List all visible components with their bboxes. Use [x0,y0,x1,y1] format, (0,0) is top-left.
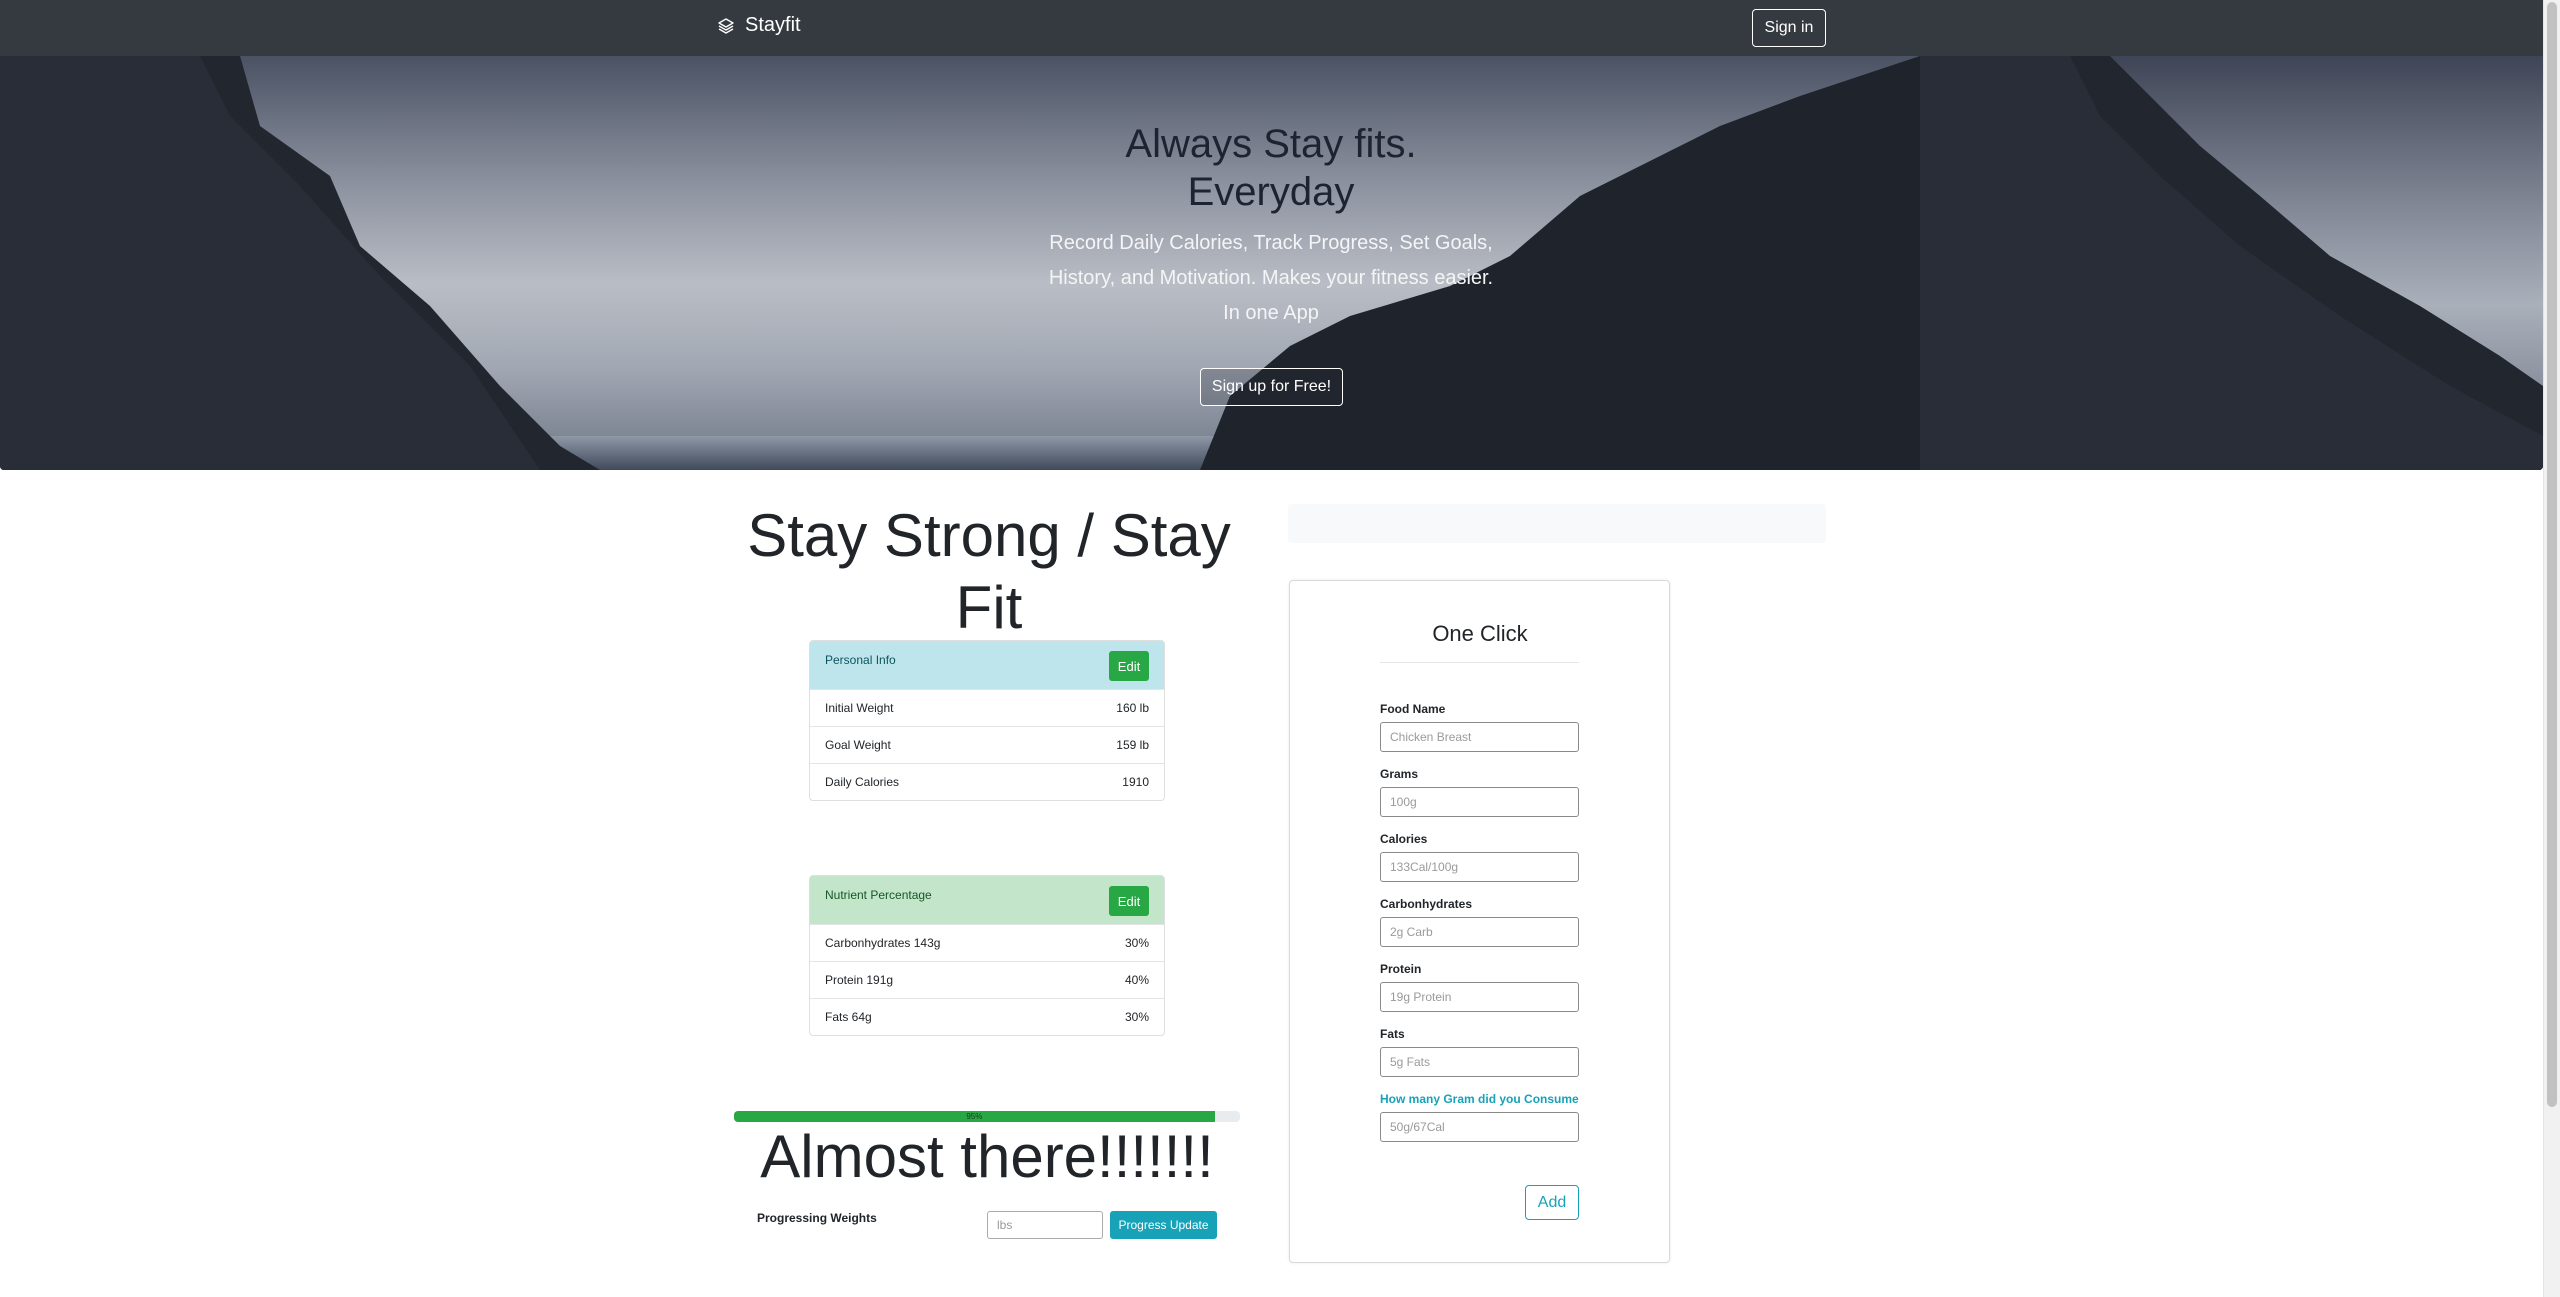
hero-lead-line2: History, and Motivation. Makes your fitn… [1048,267,1494,289]
row-label: Initial Weight [825,701,894,715]
food-name-field: Food Name Chicken Breast [1380,702,1580,752]
row-value: 160 lb [1116,701,1149,715]
row-value: 1910 [1122,775,1149,789]
row-value: 30% [1124,1010,1149,1024]
personal-info-header: Personal Info Edit [810,641,1164,689]
list-item: Carbonhydrates 143g 30% [810,924,1164,961]
list-item: Initial Weight 160 lb [810,689,1164,726]
personal-info-card: Personal Info Edit Initial Weight 160 lb… [809,640,1165,801]
row-label: Goal Weight [825,738,891,752]
field-label: Grams [1380,767,1419,781]
progressing-weights-label: Progressing Weights [757,1211,877,1225]
list-item: Daily Calories 1910 [810,763,1164,800]
one-click-title: One Click [1432,621,1528,646]
empty-alert-bar [1288,504,1826,543]
field-label: Fats [1380,1027,1405,1041]
carbohydrates-input[interactable]: 2g Carb [1380,917,1579,947]
row-value: 30% [1124,936,1149,950]
divider [1380,662,1579,663]
protein-input[interactable]: 19g Protein [1380,982,1579,1012]
fats-input[interactable]: 5g Fats [1380,1047,1579,1077]
consumed-grams-field: How many Gram did you Consume 50g/67Cal [1380,1092,1580,1142]
fats-field: Fats 5g Fats [1380,1027,1580,1077]
list-item: Protein 191g 40% [810,961,1164,998]
hero-lead-line3: In one App [1223,302,1319,324]
brand-link[interactable]: Stayfit [717,14,801,37]
field-label: Calories [1380,832,1428,846]
nutrient-card: Nutrient Percentage Edit Carbonhydrates … [809,875,1165,1036]
field-label: Carbonhydrates [1380,897,1473,911]
layers-icon [718,17,734,34]
navbar: Stayfit Sign in [0,0,2543,56]
personal-info-edit-button[interactable]: Edit [1109,651,1149,681]
hero-title: Always Stay fits. Everyday [1071,120,1471,216]
consumed-grams-input[interactable]: 50g/67Cal [1380,1112,1579,1142]
hero-title-line1: Always Stay fits. [1125,122,1417,166]
field-label: How many Gram did you Consume [1380,1092,1579,1106]
almost-there-heading: Almost there!!!!!!! [760,1123,1214,1190]
nutrient-title: Nutrient Percentage [825,888,932,902]
page-scrollbar[interactable] [2543,0,2560,1297]
list-item: Fats 64g 30% [810,998,1164,1035]
add-button[interactable]: Add [1525,1185,1579,1220]
row-label: Carbonhydrates 143g [825,936,941,950]
carbohydrates-field: Carbonhydrates 2g Carb [1380,897,1580,947]
food-name-input[interactable]: Chicken Breast [1380,722,1579,752]
personal-info-title: Personal Info [825,653,896,667]
list-item: Goal Weight 159 lb [810,726,1164,763]
hero-lead: Record Daily Calories, Track Progress, S… [1021,226,1521,331]
grams-field: Grams 100g [1380,767,1580,817]
signin-button[interactable]: Sign in [1752,9,1826,47]
row-label: Daily Calories [825,775,900,789]
row-label: Protein 191g [825,973,894,987]
row-value: 40% [1124,973,1149,987]
progress-update-button[interactable]: Progress Update [1110,1211,1217,1239]
field-label: Protein [1380,962,1422,976]
signup-button[interactable]: Sign up for Free! [1200,368,1343,406]
tagline-heading: Stay Strong / Stay Fit [747,502,1231,641]
scrollbar-thumb[interactable] [2547,2,2557,1107]
calories-input[interactable]: 133Cal/100g [1380,852,1579,882]
hero-lead-line1: Record Daily Calories, Track Progress, S… [1049,232,1493,254]
nutrient-edit-button[interactable]: Edit [1109,886,1149,916]
grams-input[interactable]: 100g [1380,787,1579,817]
brand-name: Stayfit [745,14,801,36]
hero-banner: Always Stay fits. Everyday Record Daily … [0,56,2543,470]
field-label: Food Name [1380,702,1446,716]
row-value: 159 lb [1116,738,1149,752]
weight-input[interactable]: lbs [987,1211,1103,1239]
nutrient-header: Nutrient Percentage Edit [810,876,1164,924]
hero-title-line2: Everyday [1187,170,1355,214]
row-label: Fats 64g [825,1010,872,1024]
calories-field: Calories 133Cal/100g [1380,832,1580,882]
one-click-form: One Click Food Name Chicken Breast Grams… [1289,580,1670,1263]
protein-field: Protein 19g Protein [1380,962,1580,1012]
